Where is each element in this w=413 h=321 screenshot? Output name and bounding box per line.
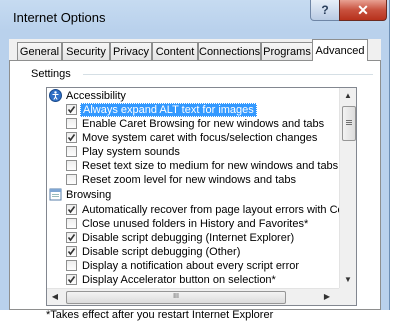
checkbox[interactable] xyxy=(66,204,77,215)
checkmark-icon xyxy=(67,234,76,242)
setting-label: Automatically recover from page layout e… xyxy=(82,204,357,216)
setting-label: Close unused folders in History and Favo… xyxy=(82,218,309,230)
close-icon: ✕ xyxy=(357,1,369,18)
tab-security[interactable]: Security xyxy=(62,42,110,60)
internet-options-window: Internet Options ? ✕ General Security Pr… xyxy=(0,0,390,321)
tab-advanced[interactable]: Advanced xyxy=(312,39,368,61)
tab-programs[interactable]: Programs xyxy=(261,42,313,60)
close-button[interactable]: ✕ xyxy=(339,0,387,21)
setting-label: Display Accelerator button on selection* xyxy=(82,274,276,286)
checkmark-icon xyxy=(67,276,76,284)
settings-group-label: Settings xyxy=(31,68,71,80)
checkbox[interactable] xyxy=(66,160,77,171)
checkbox[interactable] xyxy=(66,232,77,243)
horizontal-scrollbar[interactable]: ◀ III ▶ xyxy=(47,288,356,305)
scrollbar-corner xyxy=(339,288,356,305)
setting-label: Disable script debugging (Other) xyxy=(82,246,241,258)
vertical-scrollbar[interactable]: ▲ ▼ xyxy=(339,88,356,288)
setting-label: Enable Caret Browsing for new windows an… xyxy=(82,118,325,130)
setting-label: Reset zoom level for new windows and tab… xyxy=(82,174,296,186)
setting-label: Always expand ALT text for images xyxy=(80,103,257,117)
checkbox[interactable] xyxy=(66,246,77,257)
vertical-scroll-thumb[interactable] xyxy=(342,106,356,141)
checkbox[interactable] xyxy=(66,274,77,285)
checkbox[interactable] xyxy=(66,218,77,229)
checkbox[interactable] xyxy=(66,260,77,271)
tab-strip: General Security Privacy Content Connect… xyxy=(9,39,381,61)
checkmark-icon xyxy=(67,248,76,256)
checkmark-icon xyxy=(67,106,76,114)
title-bar[interactable]: Internet Options ? ✕ xyxy=(0,0,389,32)
tab-content[interactable]: Content xyxy=(152,42,198,60)
scroll-up-arrow-icon[interactable]: ▲ xyxy=(340,88,356,104)
checkbox[interactable] xyxy=(66,118,77,129)
horizontal-scroll-thumb[interactable]: III xyxy=(66,291,286,304)
setting-label: Move system caret with focus/selection c… xyxy=(82,132,318,144)
setting-label: Play system sounds xyxy=(82,146,180,158)
tab-general[interactable]: General xyxy=(17,42,62,60)
setting-label: Disable script debugging (Internet Explo… xyxy=(82,232,295,244)
dialog-panel: General Security Privacy Content Connect… xyxy=(9,39,381,321)
checkbox[interactable] xyxy=(66,132,77,143)
settings-list[interactable]: Accessibility Always expand ALT text for… xyxy=(46,87,357,306)
settings-group-divider xyxy=(83,74,373,75)
scroll-right-arrow-icon[interactable]: ▶ xyxy=(319,289,335,305)
tab-connections[interactable]: Connections xyxy=(198,42,261,60)
help-icon: ? xyxy=(321,3,329,17)
scroll-grip-icon: III xyxy=(173,293,179,300)
browsing-page-icon xyxy=(49,188,62,201)
window-title: Internet Options xyxy=(13,10,106,25)
setting-label: Reset text size to medium for new window… xyxy=(82,160,339,172)
checkmark-icon xyxy=(67,134,76,142)
setting-label: Display a notification about every scrip… xyxy=(82,260,300,272)
checkbox[interactable] xyxy=(66,174,77,185)
help-button[interactable]: ? xyxy=(310,0,340,21)
checkbox[interactable] xyxy=(66,104,77,115)
category-label: Browsing xyxy=(66,189,112,201)
scroll-down-arrow-icon[interactable]: ▼ xyxy=(340,272,356,288)
tab-privacy[interactable]: Privacy xyxy=(110,42,152,60)
accessibility-icon xyxy=(49,89,62,102)
category-label: Accessibility xyxy=(66,90,126,102)
scroll-left-arrow-icon[interactable]: ◀ xyxy=(47,289,63,305)
restart-footnote: *Takes effect after you restart Internet… xyxy=(46,309,274,321)
checkbox[interactable] xyxy=(66,146,77,157)
checkmark-icon xyxy=(67,206,76,214)
